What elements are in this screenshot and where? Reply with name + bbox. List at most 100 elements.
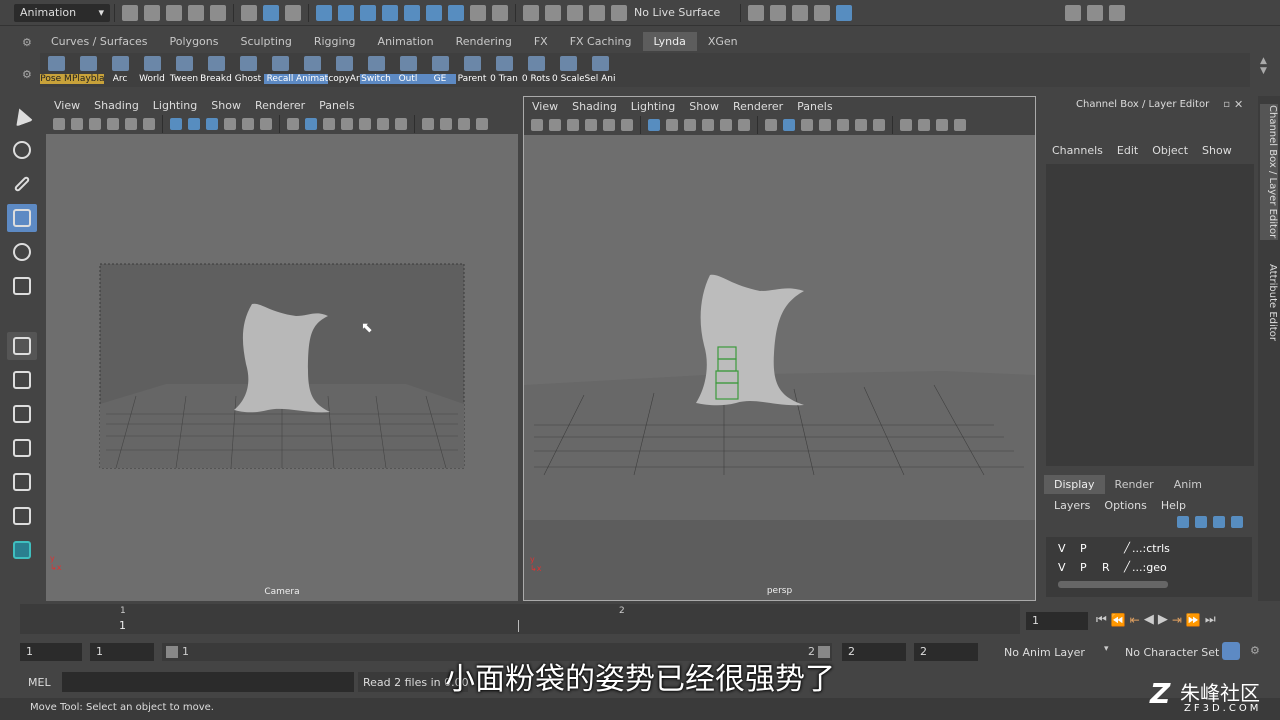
xray-icon[interactable] xyxy=(341,118,353,130)
shelf-button[interactable]: 0 Scale xyxy=(552,53,584,87)
shelf-button[interactable]: copyAr xyxy=(328,53,360,87)
layer-playback-toggle[interactable]: P xyxy=(1080,561,1088,574)
gate-mask-icon[interactable] xyxy=(224,118,236,130)
layer-tab-anim[interactable]: Anim xyxy=(1164,475,1212,494)
layer-name[interactable]: ...:geo xyxy=(1132,561,1167,574)
render-view-icon[interactable] xyxy=(748,4,765,21)
bookmark-icon[interactable] xyxy=(567,119,579,131)
shelf-tab[interactable]: Rigging xyxy=(303,32,367,51)
snap-curve-icon[interactable] xyxy=(338,4,354,21)
snap-surface-icon[interactable] xyxy=(404,4,420,21)
camera-icon[interactable] xyxy=(531,119,543,131)
persp-viewport[interactable]: y ↳x persp xyxy=(524,135,1035,600)
panel-menu-view[interactable]: View xyxy=(532,100,558,113)
shelf-button[interactable]: Animat xyxy=(296,53,328,87)
two-pane-layout-button[interactable] xyxy=(7,400,37,428)
shelf-button[interactable]: Playbla xyxy=(72,53,104,87)
select-object-icon[interactable] xyxy=(263,4,279,21)
panel-menu-show[interactable]: Show xyxy=(689,100,719,113)
snap-icon[interactable] xyxy=(448,4,464,21)
shelf-button[interactable]: GE xyxy=(424,53,456,87)
shelf-tab[interactable]: Polygons xyxy=(159,32,230,51)
camera-icon[interactable] xyxy=(53,118,65,130)
shelf-tab-active[interactable]: Lynda xyxy=(642,31,697,51)
shelf-button[interactable]: Tween xyxy=(168,53,200,87)
select-tool-button[interactable] xyxy=(7,102,37,130)
open-scene-icon[interactable] xyxy=(144,4,160,21)
panel-menu-shading[interactable]: Shading xyxy=(572,100,617,113)
motion-blur-icon[interactable] xyxy=(918,119,930,131)
custom-layout-button[interactable] xyxy=(7,502,37,530)
channel-box-menu-item[interactable]: Show xyxy=(1202,144,1232,157)
grid-icon[interactable] xyxy=(170,118,182,130)
workspace-icon[interactable] xyxy=(1065,4,1082,21)
shelf-tab[interactable]: FX Caching xyxy=(559,32,643,51)
shelf-button[interactable]: Sel Ani xyxy=(584,53,616,87)
field-chart-icon[interactable] xyxy=(242,118,254,130)
step-forward-frame-icon[interactable]: ⇥ xyxy=(1172,613,1182,627)
lock-icon[interactable] xyxy=(470,4,486,21)
play-forwards-icon[interactable]: ▶ xyxy=(1158,612,1168,627)
move-layer-up-icon[interactable] xyxy=(1177,516,1189,528)
camera-attr-icon[interactable] xyxy=(71,118,83,130)
panel-menu-panels[interactable]: Panels xyxy=(319,99,354,112)
camera-viewport[interactable]: ⬉ y ↳x Camera xyxy=(46,134,518,601)
layer-row[interactable]: V P R ╱ ...:geo xyxy=(1046,558,1252,577)
shelf-settings-icon[interactable]: ⚙ xyxy=(22,68,32,81)
safe-action-icon[interactable] xyxy=(260,118,272,130)
step-forward-key-icon[interactable]: ⏩ xyxy=(1186,613,1201,627)
side-tab-attribute-editor[interactable]: Attribute Editor xyxy=(1260,262,1278,342)
select-component-icon[interactable] xyxy=(285,4,301,21)
bookmark-icon[interactable] xyxy=(89,118,101,130)
make-live-icon[interactable] xyxy=(611,4,627,21)
outliner-layout-button[interactable] xyxy=(7,434,37,462)
shelf-button[interactable]: World xyxy=(136,53,168,87)
single-pane-layout-button[interactable] xyxy=(7,332,37,360)
channel-box-menu-item[interactable]: Edit xyxy=(1117,144,1138,157)
shelf-button[interactable]: Outl xyxy=(392,53,424,87)
layer-scrollbar[interactable] xyxy=(1058,581,1168,588)
shelf-tab[interactable]: FX xyxy=(523,32,559,51)
field-chart-icon[interactable] xyxy=(720,119,732,131)
layer-tab-render[interactable]: Render xyxy=(1105,475,1164,494)
four-pane-layout-button[interactable] xyxy=(7,366,37,394)
shelf-tab[interactable]: Curves / Surfaces xyxy=(40,32,159,51)
motion-blur-icon[interactable] xyxy=(440,118,452,130)
layer-visibility-toggle[interactable]: V xyxy=(1058,561,1066,574)
shelf-tab[interactable]: Sculpting xyxy=(229,32,302,51)
graph-layout-button[interactable] xyxy=(7,468,37,496)
channel-box-menu-item[interactable]: Channels xyxy=(1052,144,1103,157)
layer-playback-toggle[interactable]: P xyxy=(1080,542,1088,555)
shelf-button[interactable]: 0 Rots xyxy=(520,53,552,87)
2d-pan-icon[interactable] xyxy=(125,118,137,130)
history-icon[interactable] xyxy=(523,4,539,21)
move-tool-button[interactable] xyxy=(7,204,37,232)
layer-tab-display[interactable]: Display xyxy=(1044,474,1105,494)
snap-live-icon[interactable] xyxy=(426,4,442,21)
camera-attr-icon[interactable] xyxy=(549,119,561,131)
step-back-key-icon[interactable]: ⏪ xyxy=(1111,613,1126,627)
hypershade-icon[interactable] xyxy=(836,4,853,21)
wireframe-on-shaded-icon[interactable] xyxy=(801,119,813,131)
layer-menu-item[interactable]: Help xyxy=(1161,499,1186,512)
menu-set-dropdown[interactable]: Animation ▾ xyxy=(14,3,110,22)
shelf-button[interactable]: Parent xyxy=(456,53,488,87)
paint-select-tool-button[interactable] xyxy=(7,170,37,198)
smooth-shade-icon[interactable] xyxy=(783,119,795,131)
float-icon[interactable]: ▫ xyxy=(1223,99,1230,110)
panel-menu-shading[interactable]: Shading xyxy=(94,99,139,112)
2d-pan-icon[interactable] xyxy=(603,119,615,131)
render-icon[interactable] xyxy=(770,4,787,21)
shelf-button[interactable]: Switch xyxy=(360,53,392,87)
panel-menu-lighting[interactable]: Lighting xyxy=(153,99,197,112)
safe-action-icon[interactable] xyxy=(738,119,750,131)
grease-pencil-icon[interactable] xyxy=(621,119,633,131)
output-icon[interactable] xyxy=(589,4,605,21)
layer-menu-item[interactable]: Layers xyxy=(1054,499,1090,512)
panel-menu-view[interactable]: View xyxy=(54,99,80,112)
ambient-occlusion-icon[interactable] xyxy=(422,118,434,130)
layer-row[interactable]: V P ╱ ...:ctrls xyxy=(1046,539,1252,558)
rotate-tool-button[interactable] xyxy=(7,238,37,266)
shelf-scroll-icon[interactable]: ▲ ▼ xyxy=(1260,56,1267,76)
resolution-gate-icon[interactable] xyxy=(206,118,218,130)
